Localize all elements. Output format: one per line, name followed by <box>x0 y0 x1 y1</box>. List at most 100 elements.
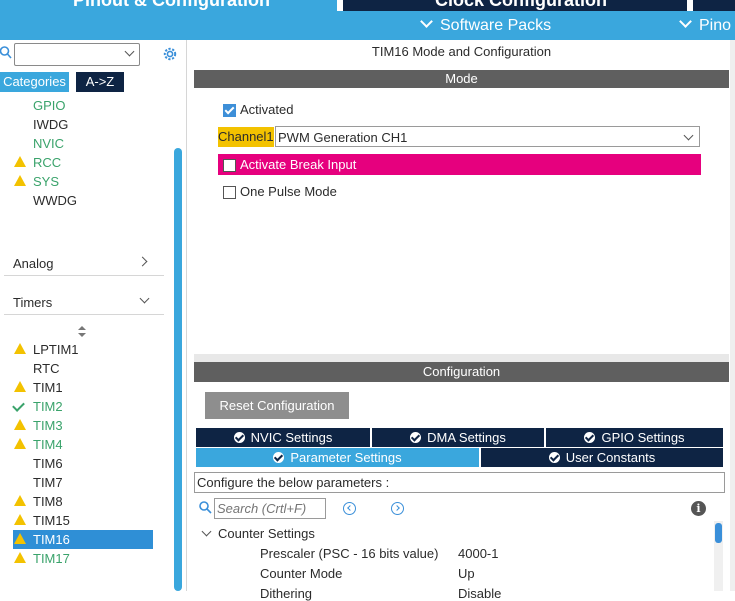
list-item-label: SYS <box>33 174 60 189</box>
list-item-tim6[interactable]: TIM6 <box>33 454 63 473</box>
sort-icon[interactable] <box>78 326 86 338</box>
search-next-button[interactable] <box>391 502 404 515</box>
section-timers[interactable]: Timers <box>13 295 52 310</box>
divider <box>4 275 164 276</box>
list-item-label: TIM15 <box>33 513 70 528</box>
list-item-label: TIM3 <box>33 418 63 433</box>
warning-icon <box>14 438 26 449</box>
software-packs-menu[interactable]: Software Packs <box>420 11 551 40</box>
left-panel <box>0 40 187 591</box>
tab-pinout-label: Pinout & Configuration <box>73 0 270 10</box>
list-item-label: RCC <box>33 155 62 170</box>
activated-checkbox[interactable] <box>223 104 236 117</box>
tab-gpio-settings[interactable]: GPIO Settings <box>546 428 723 447</box>
list-item-tim2[interactable]: TIM2 <box>12 397 63 416</box>
param-name-prescaler: Prescaler (PSC - 16 bits value) <box>260 546 439 561</box>
list-item-gpio[interactable]: GPIO <box>33 96 66 115</box>
activate-break-input-label: Activate Break Input <box>240 157 357 172</box>
list-item-tim1[interactable]: TIM1 <box>14 378 63 397</box>
warning-icon <box>14 343 26 354</box>
info-icon[interactable]: i <box>691 501 706 516</box>
one-pulse-mode-checkbox[interactable] <box>223 186 236 199</box>
list-item-label: LPTIM1 <box>33 342 79 357</box>
tab-categories[interactable]: Categories <box>0 72 69 92</box>
list-item-nvic[interactable]: NVIC <box>33 134 64 153</box>
left-scrollbar[interactable] <box>174 148 182 591</box>
tab-pinout-configuration[interactable]: Pinout & Configuration <box>0 0 337 11</box>
list-item-tim3[interactable]: TIM3 <box>14 416 63 435</box>
reset-configuration-button[interactable]: Reset Configuration <box>205 392 349 419</box>
list-item-label: IWDG <box>33 117 69 132</box>
list-item-tim4[interactable]: TIM4 <box>14 435 63 454</box>
param-value-prescaler[interactable]: 4000-1 <box>458 546 498 561</box>
list-item-rcc[interactable]: RCC <box>14 153 62 172</box>
list-item-label: RTC <box>33 361 60 376</box>
search-icon <box>0 46 12 59</box>
configuration-header: Configuration <box>194 362 729 382</box>
warning-icon <box>14 419 26 430</box>
tab-label: DMA Settings <box>427 430 506 445</box>
list-item-label: TIM8 <box>33 494 63 509</box>
list-item-label: NVIC <box>33 136 65 151</box>
warning-icon <box>14 381 26 392</box>
warning-icon <box>14 552 26 563</box>
param-name-counter-mode: Counter Mode <box>260 566 343 581</box>
tab-dma-settings[interactable]: DMA Settings <box>372 428 544 447</box>
chevron-down-icon <box>124 46 135 57</box>
list-item-tim7[interactable]: TIM7 <box>33 473 63 492</box>
tab-parameter-settings[interactable]: Parameter Settings <box>196 448 479 467</box>
parameter-search-input[interactable] <box>214 498 326 519</box>
list-item-label: TIM7 <box>33 475 63 490</box>
list-item-label: TIM4 <box>33 437 63 452</box>
tab-clock-configuration[interactable]: Clock Configuration <box>343 0 687 11</box>
list-item-tim16[interactable]: TIM16 <box>14 530 70 549</box>
warning-icon <box>14 533 26 544</box>
list-item-sys[interactable]: SYS <box>14 172 60 191</box>
param-name-dithering: Dithering <box>260 586 313 601</box>
tab-a-z[interactable]: A->Z <box>76 72 124 92</box>
chevron-down-icon <box>683 130 694 141</box>
search-previous-button[interactable] <box>343 502 356 515</box>
list-item-tim15[interactable]: TIM15 <box>14 511 70 530</box>
list-item-iwdg[interactable]: IWDG <box>33 115 68 134</box>
channel1-select[interactable]: PWM Generation CH1 <box>275 126 700 147</box>
list-item-wwdg[interactable]: WWDG <box>33 191 77 210</box>
pinout-menu-label: Pino <box>699 17 732 34</box>
list-item-tim8[interactable]: TIM8 <box>14 492 63 511</box>
category-search-combo[interactable] <box>14 43 140 66</box>
divider <box>4 314 164 315</box>
tab-user-constants[interactable]: User Constants <box>481 448 723 467</box>
list-item-label: TIM17 <box>33 551 70 566</box>
section-analog[interactable]: Analog <box>13 256 53 271</box>
check-circle-icon <box>584 432 596 443</box>
list-item-label: TIM16 <box>33 532 70 547</box>
search-icon <box>199 501 212 514</box>
list-item-lptim1[interactable]: LPTIM1 <box>14 340 79 359</box>
counter-settings-group[interactable]: Counter Settings <box>218 526 315 541</box>
list-item-label: TIM1 <box>33 380 63 395</box>
tab-label: NVIC Settings <box>250 430 333 445</box>
pinout-menu[interactable]: Pino <box>679 11 732 40</box>
tab-project-manager[interactable] <box>693 0 735 11</box>
configure-text: Configure the below parameters : <box>194 472 725 493</box>
list-item-tim17[interactable]: TIM17 <box>14 549 70 568</box>
param-value-dithering[interactable]: Disable <box>458 586 501 601</box>
tab-label: Parameter Settings <box>290 450 402 465</box>
sub-bar <box>0 11 735 40</box>
splitter[interactable] <box>194 354 729 362</box>
right-edge-panel <box>730 40 735 591</box>
activate-break-input-checkbox[interactable] <box>223 159 236 172</box>
warning-icon <box>14 514 26 525</box>
warning-icon <box>14 175 26 186</box>
channel1-label: Channel1 <box>218 127 274 147</box>
tab-label: GPIO Settings <box>601 430 685 445</box>
list-item-rtc[interactable]: RTC <box>33 359 59 378</box>
tab-nvic-settings[interactable]: NVIC Settings <box>196 428 370 447</box>
chevron-down-icon <box>420 15 433 28</box>
param-value-counter-mode[interactable]: Up <box>458 566 475 581</box>
warning-icon <box>14 156 26 167</box>
one-pulse-mode-label: One Pulse Mode <box>240 184 337 199</box>
warning-icon <box>14 495 26 506</box>
param-scrollbar-thumb[interactable] <box>715 523 722 543</box>
gear-icon[interactable] <box>161 45 179 63</box>
